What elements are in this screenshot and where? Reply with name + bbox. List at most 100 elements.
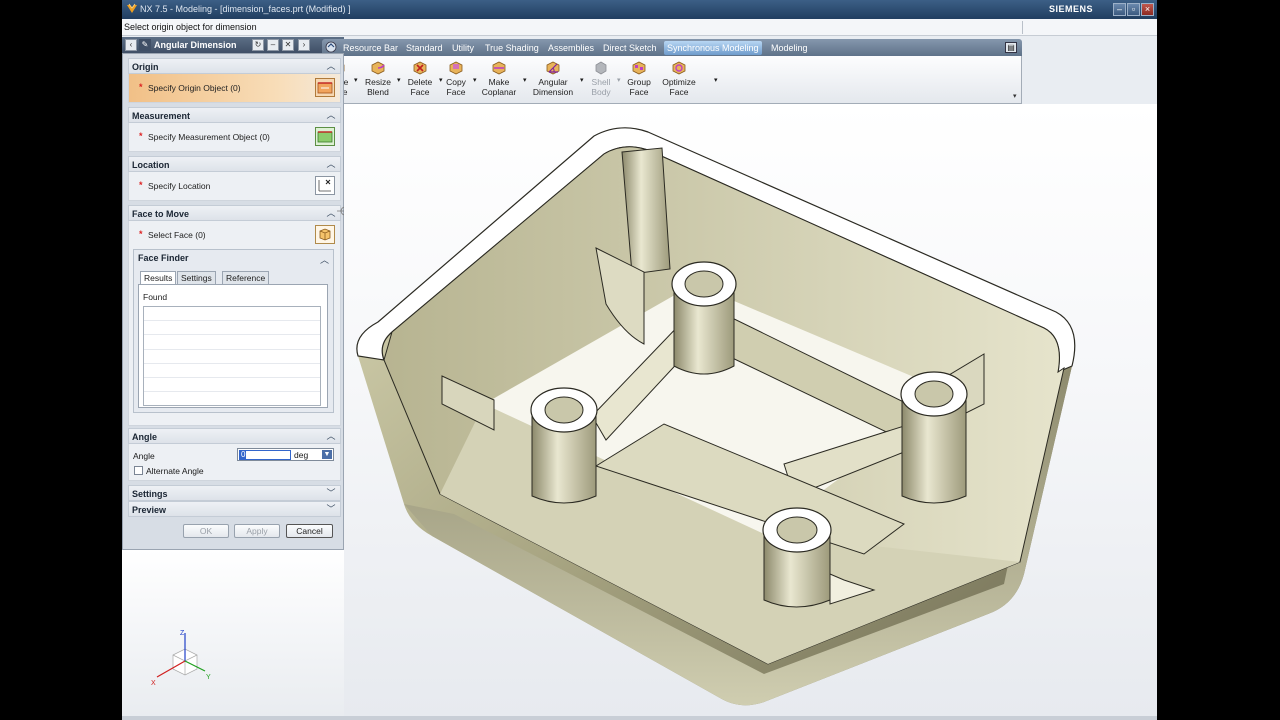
copy-face-button[interactable]: Copy Face — [441, 58, 471, 97]
optimize-face-button[interactable]: Optimize Face — [657, 58, 701, 97]
ribbon-overflow-icon[interactable]: ▾ — [1013, 92, 1017, 100]
chevron-up-icon[interactable]: ︿ — [326, 61, 336, 71]
minimize-icon[interactable]: – — [1113, 3, 1126, 16]
tab-utility[interactable]: Utility — [449, 41, 477, 55]
face-selector-icon[interactable] — [315, 225, 335, 244]
tab-resource-bar[interactable]: Resource Bar — [340, 41, 401, 55]
move-face-dropdown-icon[interactable]: ▾ — [354, 76, 358, 84]
location-selector-icon[interactable] — [315, 176, 335, 195]
angular-dimension-button[interactable]: Angular Dimension — [528, 58, 578, 97]
specify-origin-label: Specify Origin Object (0) — [148, 83, 241, 93]
angle-unit-dropdown-icon[interactable]: ▼ — [322, 450, 332, 459]
apply-button[interactable]: Apply — [234, 524, 280, 538]
angle-group-header[interactable]: Angle ︿ — [128, 428, 341, 444]
location-group-header[interactable]: Location ︿ — [128, 156, 341, 172]
list-item — [144, 321, 320, 336]
group-face-button[interactable]: Group Face — [622, 58, 656, 97]
angle-value-text: 0 — [240, 450, 247, 459]
toolbar-menu-icon[interactable] — [325, 41, 337, 53]
tab-results[interactable]: Results — [140, 271, 177, 285]
reset-icon[interactable]: ↻ — [252, 39, 264, 51]
measurement-selection-row[interactable]: * Specify Measurement Object (0) — [128, 123, 341, 152]
resize-blend-dropdown-icon[interactable]: ▾ — [397, 76, 401, 84]
chevron-up-icon[interactable]: ︿ — [326, 110, 336, 120]
angle-label: Angle — [133, 451, 155, 461]
chevron-down-icon[interactable]: ﹀ — [326, 504, 336, 514]
window-title: NX 7.5 - Modeling - [dimension_faces.prt… — [140, 4, 351, 14]
chevron-up-icon[interactable]: ︿ — [320, 253, 329, 266]
results-panel: Found — [138, 284, 328, 408]
collapse-icon[interactable]: – — [267, 39, 279, 51]
tab-direct-sketch[interactable]: Direct Sketch — [600, 41, 660, 55]
tab-modeling[interactable]: Modeling — [768, 41, 811, 55]
title-bar: NX 7.5 - Modeling - [dimension_faces.prt… — [122, 0, 1157, 19]
ok-button[interactable]: OK — [183, 524, 229, 538]
tab-standard[interactable]: Standard — [403, 41, 446, 55]
chevron-up-icon[interactable]: ︿ — [326, 208, 336, 218]
shell-body-button[interactable]: Shell Body — [586, 58, 616, 97]
graphics-viewport[interactable] — [344, 104, 1157, 717]
specify-location-label: Specify Location — [148, 181, 211, 191]
view-triad-icon[interactable]: Z X Y — [147, 627, 217, 689]
chevron-down-icon[interactable]: ﹀ — [326, 488, 336, 498]
forward-icon[interactable]: › — [298, 39, 310, 51]
triad-z-label: Z — [180, 630, 185, 637]
group-face-label-2: Face — [629, 87, 649, 97]
nx-logo-icon — [127, 3, 137, 13]
list-item — [144, 335, 320, 350]
restore-icon[interactable]: ▫ — [1127, 3, 1140, 16]
measurement-selector-icon[interactable] — [315, 127, 335, 146]
optimize-face-label-1: Optimize — [662, 77, 696, 87]
face-to-move-group-header[interactable]: Face to Move ︿ — [128, 205, 341, 221]
angle-input[interactable]: 0 deg ▼ — [237, 448, 334, 461]
synchronous-modeling-toolbar: Move Face ▾ Resize Blend ▾ Delete Face ▾… — [322, 56, 1022, 104]
found-faces-list[interactable] — [143, 306, 321, 406]
tab-settings[interactable]: Settings — [177, 271, 216, 285]
toolbar-options-icon[interactable]: ▤ — [1005, 42, 1017, 53]
close-icon[interactable]: × — [1141, 3, 1154, 16]
resize-blend-button[interactable]: Resize Blend — [361, 58, 395, 97]
preview-group-header[interactable]: Preview ﹀ — [128, 501, 341, 517]
chevron-up-icon[interactable]: ︿ — [326, 159, 336, 169]
shell-body-dropdown-icon[interactable]: ▾ — [617, 76, 621, 84]
origin-selector-icon[interactable] — [315, 78, 335, 97]
tab-synchronous-modeling[interactable]: Synchronous Modeling — [664, 41, 762, 55]
location-selection-row[interactable]: * Specify Location — [128, 172, 341, 201]
make-coplanar-button[interactable]: Make Coplanar — [477, 58, 521, 97]
measurement-group-header[interactable]: Measurement ︿ — [128, 107, 341, 123]
back-icon[interactable]: ‹ — [125, 39, 137, 51]
angular-dimension-dropdown-icon[interactable]: ▾ — [580, 76, 584, 84]
measurement-group-title: Measurement — [132, 111, 191, 121]
angle-panel: Angle 0 deg ▼ Alternate Angle — [128, 444, 341, 481]
delete-face-button[interactable]: Delete Face — [403, 58, 437, 97]
optimize-face-dropdown-icon[interactable]: ▾ — [714, 76, 718, 84]
required-asterisk: * — [139, 229, 143, 239]
select-face-row[interactable]: * Select Face (0) — [129, 221, 340, 249]
alternate-angle-label: Alternate Angle — [146, 466, 204, 476]
make-coplanar-dropdown-icon[interactable]: ▾ — [523, 76, 527, 84]
toolbar-tab-strip: Resource Bar Standard Utility True Shadi… — [322, 39, 1022, 56]
cancel-button[interactable]: Cancel — [286, 524, 333, 538]
copy-face-dropdown-icon[interactable]: ▾ — [473, 76, 477, 84]
chevron-up-icon[interactable]: ︿ — [326, 431, 336, 441]
pin-icon[interactable]: ✎ — [139, 39, 151, 51]
delete-face-label-2: Face — [410, 87, 430, 97]
tab-assemblies[interactable]: Assemblies — [545, 41, 597, 55]
boss-front — [762, 507, 832, 608]
group-face-label-1: Group — [627, 77, 651, 87]
close-dialog-icon[interactable]: ✕ — [282, 39, 294, 51]
tab-true-shading[interactable]: True Shading — [482, 41, 542, 55]
origin-selection-row[interactable]: * Specify Origin Object (0) — [128, 74, 341, 103]
settings-group-header[interactable]: Settings ﹀ — [128, 485, 341, 501]
origin-group-header[interactable]: Origin ︿ — [128, 58, 341, 74]
cue-text: Select origin object for dimension — [124, 22, 257, 32]
tab-reference[interactable]: Reference — [222, 271, 270, 285]
list-item — [144, 364, 320, 378]
angle-value[interactable]: 0 — [239, 450, 291, 460]
angle-unit: deg — [294, 450, 309, 460]
alternate-angle-checkbox[interactable] — [134, 466, 143, 475]
angle-group-title: Angle — [132, 432, 158, 442]
delete-face-icon — [413, 61, 427, 75]
angular-dimension-dialog: Origin ︿ * Specify Origin Object (0) Mea… — [122, 53, 344, 550]
nx-application-window: NX 7.5 - Modeling - [dimension_faces.prt… — [122, 0, 1157, 720]
